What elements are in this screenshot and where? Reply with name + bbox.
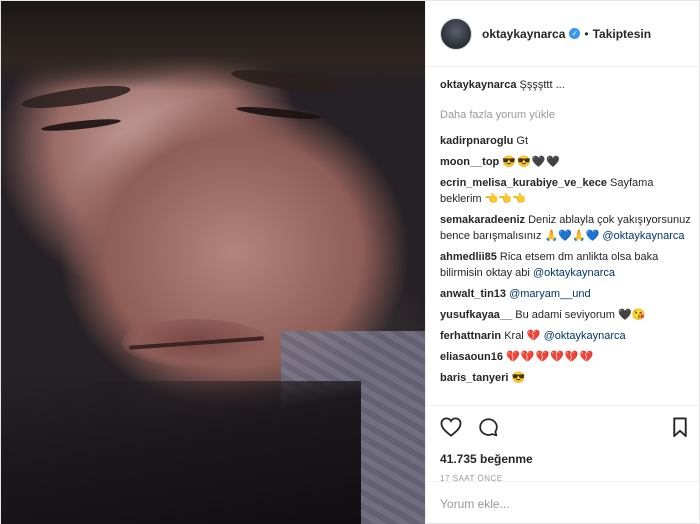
- post-caption: oktaykaynarca Şşşşttt ...: [440, 77, 694, 93]
- caption-username[interactable]: oktaykaynarca: [440, 79, 516, 91]
- add-comment-bar: [426, 481, 700, 524]
- comment-item: ecrin_melisa_kurabiye_ve_kece Sayfama be…: [440, 175, 694, 207]
- likes-count[interactable]: 41.735 beğenme: [440, 452, 688, 466]
- comment-username[interactable]: ecrin_melisa_kurabiye_ve_kece: [440, 177, 607, 189]
- comment-mention-link[interactable]: @oktaykaynarca: [544, 330, 626, 342]
- comment-mention-link[interactable]: @maryam__und: [509, 288, 590, 300]
- bookmark-icon[interactable]: [672, 416, 688, 438]
- comment-username[interactable]: ferhattnarin: [440, 330, 501, 342]
- comment-mention-link[interactable]: @oktaykaynarca: [533, 267, 615, 279]
- comment-username[interactable]: eliasaoun16: [440, 351, 503, 363]
- verified-badge-icon: ✓: [569, 28, 581, 39]
- comment-username[interactable]: kadirpnaroglu: [440, 135, 513, 147]
- comment-item: anwalt_tin13 @maryam__und: [440, 286, 694, 302]
- comment-username[interactable]: yusufkayaa__: [440, 309, 512, 321]
- comment-item: semakaradeeniz Deniz ablayla çok yakışıy…: [440, 212, 694, 244]
- comment-text: 😎😎🖤🖤: [502, 156, 562, 168]
- comment-item: yusufkayaa__ Bu adami seviyorum 🖤😘: [440, 307, 694, 323]
- post-header: oktaykaynarca ✓ • Takiptesin: [426, 1, 700, 67]
- comment-input[interactable]: [440, 496, 680, 511]
- comment-item: baris_tanyeri 😎: [440, 370, 694, 386]
- action-icons-row: [440, 416, 688, 438]
- comment-mention-link[interactable]: @oktaykaynarca: [602, 230, 684, 242]
- photo-right-eye: [235, 104, 322, 122]
- header-username[interactable]: oktaykaynarca: [482, 27, 565, 41]
- post-photo: [1, 1, 425, 524]
- instagram-post-window: oktaykaynarca ✓ • Takiptesin oktaykaynar…: [0, 0, 700, 524]
- photo-hair-shade: [1, 1, 425, 91]
- comment-item: moon__top 😎😎🖤🖤: [440, 154, 694, 170]
- post-side-panel: oktaykaynarca ✓ • Takiptesin oktaykaynar…: [425, 1, 700, 524]
- comment-text: Kral 💔: [504, 330, 541, 342]
- avatar[interactable]: [440, 17, 472, 50]
- separator-dot: •: [584, 26, 589, 41]
- comment-username[interactable]: moon__top: [440, 156, 499, 168]
- comment-icon[interactable]: [478, 417, 499, 438]
- comment-username[interactable]: baris_tanyeri: [440, 372, 508, 384]
- comment-text: Bu adami seviyorum 🖤😘: [515, 309, 646, 321]
- comment-username[interactable]: anwalt_tin13: [440, 288, 506, 300]
- photo-coat: [1, 381, 361, 524]
- comment-username[interactable]: ahmedlii85: [440, 251, 497, 263]
- comment-item: kadirpnaroglu Gt: [440, 133, 694, 149]
- heart-icon[interactable]: [440, 417, 462, 437]
- caption-text: Şşşşttt ...: [519, 79, 565, 91]
- comment-text: 😎: [511, 372, 526, 384]
- comment-item: ahmedlii85 Rica etsem dm anlikta olsa ba…: [440, 249, 694, 281]
- comment-text: Gt: [516, 135, 529, 147]
- comment-text: 💔💔💔💔💔💔: [506, 351, 595, 363]
- comment-item: eliasaoun16 💔💔💔💔💔💔: [440, 349, 694, 365]
- follow-status-button[interactable]: Takiptesin: [593, 27, 651, 41]
- comments-list: oktaykaynarca Şşşşttt ... Daha fazla yor…: [440, 77, 694, 391]
- comment-username[interactable]: semakaradeeniz: [440, 214, 525, 226]
- load-more-comments-link[interactable]: Daha fazla yorum yükle: [440, 109, 694, 121]
- photo-left-eye: [40, 116, 122, 134]
- comment-item: ferhattnarin Kral 💔 @oktaykaynarca: [440, 328, 694, 344]
